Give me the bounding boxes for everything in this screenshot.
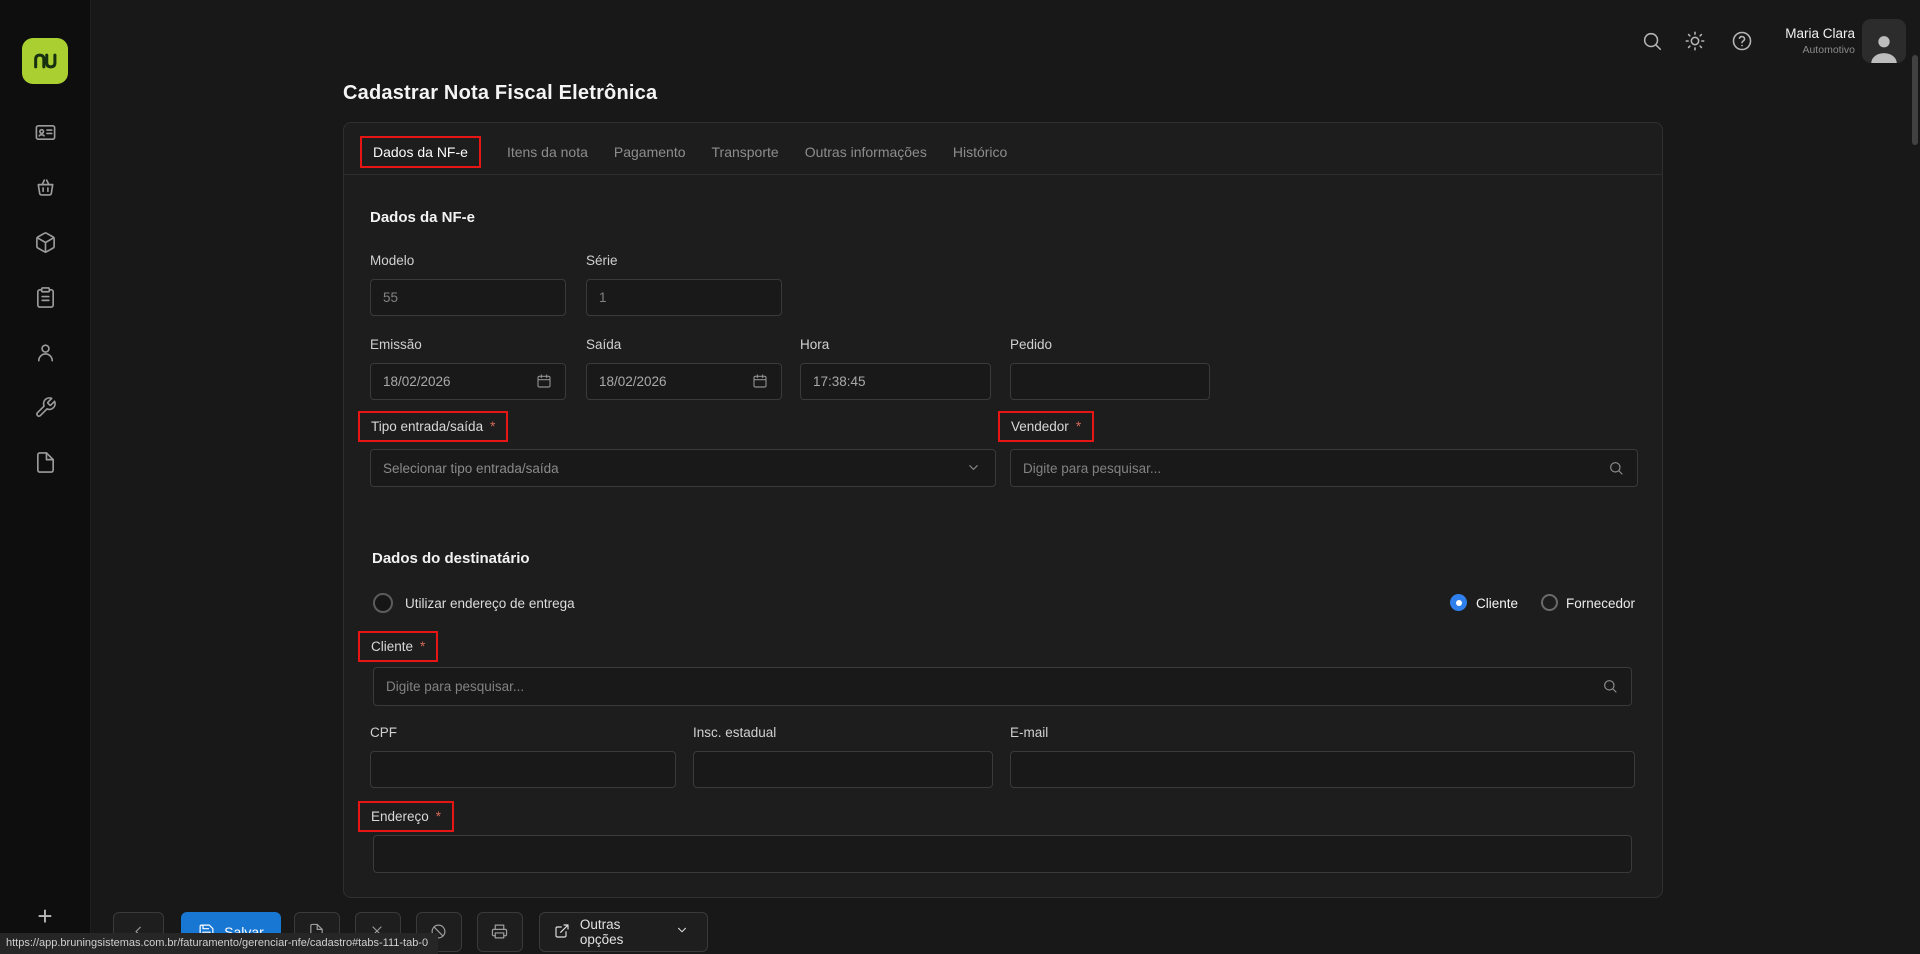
sidebar-item-package[interactable]: [32, 230, 58, 254]
vendedor-label: Vendedor: [1011, 419, 1069, 434]
tab-itens-da-nota[interactable]: Itens da nota: [507, 144, 588, 160]
tipo-required-mark: *: [490, 419, 495, 434]
modelo-input[interactable]: [370, 279, 566, 316]
sidebar: +: [0, 0, 91, 954]
cliente-required-mark: *: [420, 639, 425, 654]
emissao-date-input[interactable]: 18/02/2026: [370, 363, 566, 400]
endereco-required-mark: *: [436, 809, 441, 824]
sidebar-item-basket[interactable]: [32, 175, 58, 199]
emissao-label: Emissão: [370, 337, 422, 352]
search-icon[interactable]: [1641, 30, 1663, 52]
help-icon[interactable]: [1731, 30, 1753, 52]
radio-cliente-label[interactable]: Cliente: [1476, 596, 1518, 611]
insc-estadual-input[interactable]: [693, 751, 993, 788]
radio-cliente[interactable]: [1450, 594, 1467, 611]
cliente-search-input[interactable]: Digite para pesquisar...: [373, 667, 1632, 706]
tab-dados-da-nfe[interactable]: Dados da NF-e: [373, 144, 468, 160]
clipboard-list-icon: [34, 286, 57, 309]
endereco-input[interactable]: [373, 835, 1632, 873]
person-icon: [34, 341, 57, 364]
tipo-entrada-saida-select[interactable]: Selecionar tipo entrada/saída: [370, 449, 996, 487]
other-options-label: Outras opções: [580, 917, 667, 947]
pedido-input[interactable]: [1010, 363, 1210, 400]
vendedor-search-input[interactable]: Digite para pesquisar...: [1010, 449, 1638, 487]
utilizar-endereco-label: Utilizar endereço de entrega: [405, 596, 575, 611]
serie-label: Série: [586, 253, 618, 268]
cpf-label: CPF: [370, 725, 397, 740]
utilizar-endereco-toggle[interactable]: [373, 593, 393, 613]
avatar[interactable]: [1862, 19, 1906, 63]
user-role: Automotivo: [1752, 44, 1855, 56]
red-annotation-active-tab: Dados da NF-e: [360, 136, 481, 168]
calendar-icon[interactable]: [752, 373, 769, 390]
cliente-label: Cliente: [371, 639, 413, 654]
insc-estadual-label: Insc. estadual: [693, 725, 776, 740]
avatar-person-icon: [1866, 29, 1902, 63]
nfe-form-card: Dados da NF-e Itens da nota Pagamento Tr…: [343, 122, 1663, 898]
hora-value: 17:38:45: [813, 374, 866, 389]
tab-outras-informacoes[interactable]: Outras informações: [805, 144, 927, 160]
endereco-label: Endereço: [371, 809, 429, 824]
saida-date-input[interactable]: 18/02/2026: [586, 363, 782, 400]
tipo-label: Tipo entrada/saída: [371, 419, 483, 434]
modelo-label: Modelo: [370, 253, 414, 268]
logo-glyph: [31, 47, 59, 75]
printer-icon: [491, 923, 509, 941]
red-annotation-cliente-label: Cliente *: [358, 631, 438, 662]
tab-historico[interactable]: Histórico: [953, 144, 1007, 160]
theme-sun-icon[interactable]: [1684, 30, 1706, 52]
pedido-label: Pedido: [1010, 337, 1052, 352]
cpf-input[interactable]: [370, 751, 676, 788]
user-info[interactable]: Maria Clara Automotivo: [1752, 26, 1855, 56]
section-heading-nfe: Dados da NF-e: [370, 209, 475, 226]
vendedor-placeholder: Digite para pesquisar...: [1023, 461, 1161, 476]
package-icon: [34, 231, 57, 254]
sidebar-add-button[interactable]: +: [29, 900, 61, 932]
file-icon: [34, 451, 57, 474]
external-link-icon: [554, 923, 572, 941]
tipo-select-placeholder: Selecionar tipo entrada/saída: [383, 461, 559, 476]
search-icon[interactable]: [1602, 678, 1619, 695]
email-label: E-mail: [1010, 725, 1048, 740]
vendedor-required-mark: *: [1076, 419, 1081, 434]
sidebar-item-documents[interactable]: [32, 450, 58, 474]
sidebar-item-id-card[interactable]: [32, 120, 58, 144]
radio-fornecedor-label[interactable]: Fornecedor: [1566, 596, 1635, 611]
sidebar-nav: [32, 120, 58, 474]
cliente-placeholder: Digite para pesquisar...: [386, 679, 524, 694]
emissao-value: 18/02/2026: [383, 374, 451, 389]
sidebar-item-orders[interactable]: [32, 285, 58, 309]
hora-label: Hora: [800, 337, 829, 352]
shopping-basket-icon: [34, 176, 57, 199]
hora-input[interactable]: 17:38:45: [800, 363, 991, 400]
tab-pagamento[interactable]: Pagamento: [614, 144, 686, 160]
serie-input[interactable]: [586, 279, 782, 316]
sidebar-item-customers[interactable]: [32, 340, 58, 364]
wrench-icon: [34, 396, 57, 419]
saida-label: Saída: [586, 337, 621, 352]
vertical-scrollbar[interactable]: [1912, 55, 1918, 145]
email-input[interactable]: [1010, 751, 1635, 788]
saida-value: 18/02/2026: [599, 374, 667, 389]
tab-bar: Dados da NF-e Itens da nota Pagamento Tr…: [344, 123, 1662, 175]
red-annotation-endereco-label: Endereço *: [358, 801, 454, 832]
id-card-icon: [34, 121, 57, 144]
chevron-down-icon: [675, 923, 693, 941]
other-options-button[interactable]: Outras opções: [539, 912, 708, 952]
tab-transporte[interactable]: Transporte: [712, 144, 779, 160]
app-logo[interactable]: [22, 38, 68, 84]
chevron-down-icon: [966, 460, 983, 477]
radio-fornecedor[interactable]: [1541, 594, 1558, 611]
search-icon[interactable]: [1608, 460, 1625, 477]
red-annotation-tipo-label: Tipo entrada/saída *: [358, 411, 508, 442]
red-annotation-vendedor-label: Vendedor *: [998, 411, 1094, 442]
page-title: Cadastrar Nota Fiscal Eletrônica: [343, 82, 657, 105]
user-name: Maria Clara: [1752, 26, 1855, 41]
status-url: https://app.bruningsistemas.com.br/fatur…: [0, 933, 438, 954]
sidebar-item-tools[interactable]: [32, 395, 58, 419]
section-heading-destinatario: Dados do destinatário: [372, 550, 530, 567]
print-button[interactable]: [477, 912, 523, 952]
calendar-icon[interactable]: [536, 373, 553, 390]
